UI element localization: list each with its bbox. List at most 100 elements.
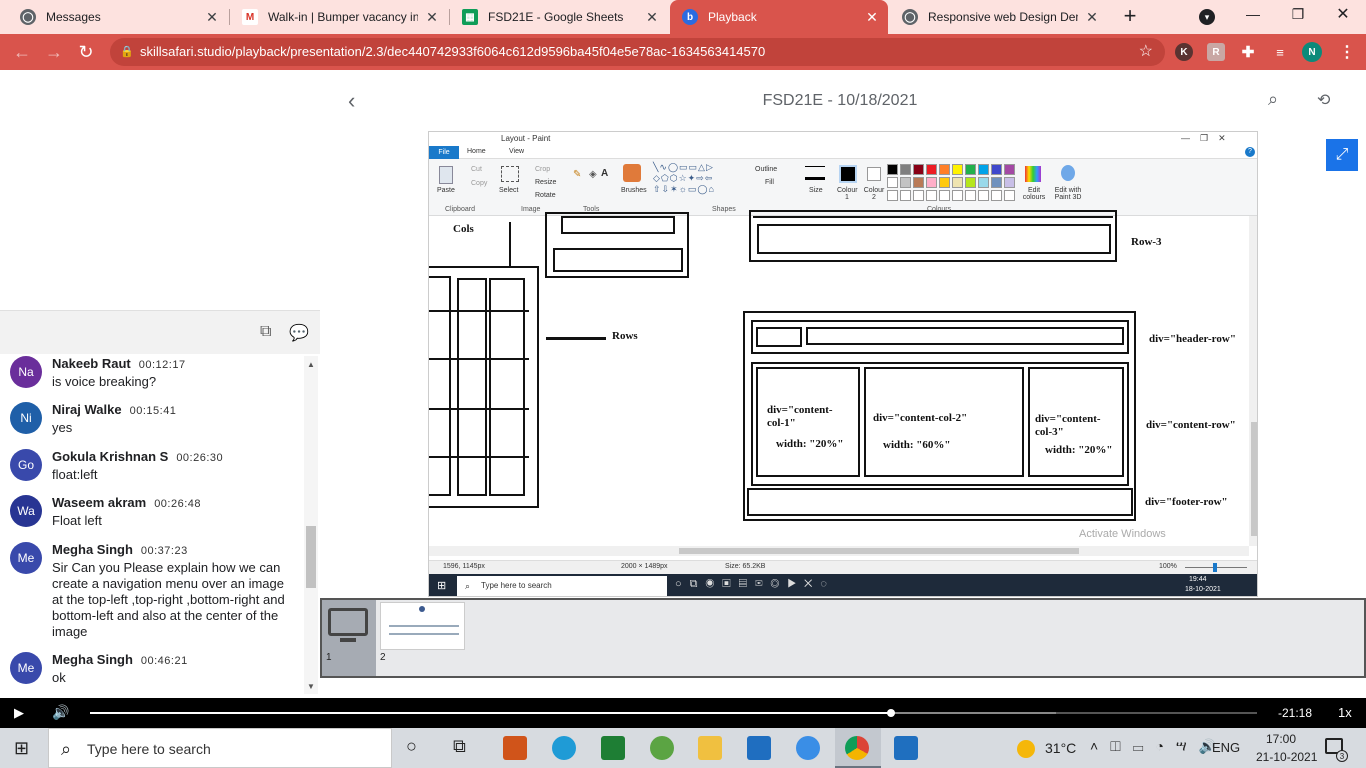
select-icon[interactable] xyxy=(501,166,519,182)
brushes-icon[interactable] xyxy=(623,164,641,182)
chevron-left-icon[interactable]: ‹ xyxy=(348,88,355,114)
message-text: Sir Can you Please explain how we can cr… xyxy=(52,560,285,639)
address-bar[interactable]: 🔒 skillsafari.studio/playback/presentati… xyxy=(110,38,1165,66)
paint-window-controls[interactable]: — ❐ ✕ xyxy=(1181,133,1226,144)
play-icon[interactable]: ▶ xyxy=(14,705,24,721)
inner-search-box: ⌕ Type here to search xyxy=(457,576,667,596)
gmail-icon: M xyxy=(242,9,258,25)
file-menu[interactable]: File xyxy=(429,146,459,159)
tab-messages[interactable]: ◯ Messages ✕ xyxy=(8,0,228,34)
copy-chat-icon[interactable]: ⧉ xyxy=(260,323,271,341)
slide-thumb-2[interactable] xyxy=(380,602,465,650)
chat-scrollbar[interactable]: ▲ ▼ xyxy=(304,356,318,694)
resize-label: Resize xyxy=(535,179,557,186)
forward-arrow-icon[interactable]: → xyxy=(40,38,68,66)
extension-k-icon[interactable]: K xyxy=(1175,43,1193,61)
fullscreen-icon[interactable]: ⤢ xyxy=(1326,139,1358,171)
vscode-icon[interactable] xyxy=(894,736,918,760)
message-text: is voice breaking? xyxy=(52,374,157,389)
notes-app-icon[interactable] xyxy=(601,736,625,760)
paint-vertical-scrollbar[interactable] xyxy=(1249,216,1257,546)
colour-palette[interactable] xyxy=(887,164,1019,204)
scroll-up-icon[interactable]: ▲ xyxy=(307,360,315,369)
edit-colours-icon[interactable] xyxy=(1025,166,1041,182)
back-arrow-icon[interactable]: ← xyxy=(8,38,36,66)
slide-thumb-1[interactable]: 1 xyxy=(322,600,376,676)
paint-canvas[interactable]: Cols Rows Row-3 div="content-col-1" widt… xyxy=(429,210,1249,546)
rows-label: Rows xyxy=(612,330,638,342)
internet-explorer-icon[interactable] xyxy=(796,736,820,760)
close-tab-icon[interactable]: ✕ xyxy=(1084,9,1100,25)
brushes-label: Brushes xyxy=(621,187,647,194)
tab-label: Messages xyxy=(46,10,101,24)
fill-bucket-icon[interactable]: ◈ xyxy=(589,169,597,180)
scrollbar-thumb[interactable] xyxy=(306,526,316,588)
paste-icon[interactable] xyxy=(439,166,453,184)
file-explorer-icon[interactable] xyxy=(698,736,722,760)
swap-icon[interactable]: ⟲ xyxy=(1317,90,1330,110)
scroll-down-icon[interactable]: ▼ xyxy=(307,682,315,691)
size-icon[interactable] xyxy=(805,166,825,180)
playback-speed[interactable]: 1x xyxy=(1338,705,1352,720)
windows-start-icon[interactable]: ⊞ xyxy=(14,738,29,759)
close-tab-icon[interactable]: ✕ xyxy=(424,9,440,25)
store-icon[interactable] xyxy=(503,736,527,760)
group-shapes: Shapes xyxy=(712,206,736,213)
browser-menu-icon[interactable]: ⋮ xyxy=(1338,43,1356,61)
chrome-icon[interactable] xyxy=(845,736,869,760)
close-tab-icon[interactable]: ✕ xyxy=(644,9,660,25)
cols-label: Cols xyxy=(453,223,474,235)
green-app-icon[interactable] xyxy=(650,736,674,760)
restore-icon[interactable]: ❐ xyxy=(1288,6,1308,23)
minimize-icon[interactable]: — xyxy=(1243,6,1263,22)
close-window-icon[interactable]: ✕ xyxy=(1333,4,1353,24)
system-tray-icons[interactable]: ˄◫▭◔ሣ🔊 xyxy=(1090,738,1228,755)
shapes-gallery-icon[interactable]: ╲∿◯▭▭△▷ ◇⬠⬡☆✦⇨⇦ ⇧⇩✶☼▭◯⌂ xyxy=(653,162,745,198)
tab-playback[interactable]: b Playback ✕ xyxy=(670,0,888,34)
inner-taskbar-apps: ○⧉◉▣▤✉◎▶✕◌ xyxy=(675,578,835,590)
paint-window: Layout - Paint — ❐ ✕ File Home View ? Pa… xyxy=(428,131,1258,597)
paint-statusbar: 1596, 1145px 2000 × 1489px Size: 65.2KB … xyxy=(429,560,1257,574)
colour2-swatch[interactable] xyxy=(867,167,881,181)
volume-icon[interactable]: 🔊 xyxy=(52,704,69,721)
reading-list-icon[interactable]: ≡ xyxy=(1271,43,1289,61)
pencil-icon[interactable]: ✎ xyxy=(573,169,581,180)
tab-search-icon[interactable]: ▾ xyxy=(1199,9,1215,25)
home-menu[interactable]: Home xyxy=(467,148,486,155)
task-view-icon[interactable]: ⧉ xyxy=(453,736,466,757)
close-tab-icon[interactable]: ✕ xyxy=(204,9,220,25)
taskbar-search[interactable]: ⌕ Type here to search xyxy=(48,728,392,768)
new-tab-plus-icon[interactable]: + xyxy=(1118,5,1142,29)
reload-icon[interactable]: ↻ xyxy=(72,38,100,66)
chat-bubbles-icon[interactable]: 💬 xyxy=(289,323,309,343)
search-icon: ⌕ xyxy=(465,581,471,591)
paint-horizontal-scrollbar[interactable] xyxy=(429,546,1249,556)
footer-row-label: div="footer-row" xyxy=(1145,496,1228,508)
profile-avatar[interactable]: N xyxy=(1302,42,1322,62)
paint3d-icon[interactable] xyxy=(1061,165,1075,181)
copy-label: Copy xyxy=(471,180,488,187)
windows-start-icon: ⊞ xyxy=(437,580,447,592)
view-menu[interactable]: View xyxy=(509,148,524,155)
slide-number: 2 xyxy=(380,652,386,663)
temperature: 31°C xyxy=(1045,740,1077,756)
progress-knob[interactable] xyxy=(886,709,895,717)
help-icon[interactable]: ? xyxy=(1245,147,1255,157)
zoom-slider-thumb[interactable] xyxy=(1213,563,1217,572)
cortana-icon[interactable]: ○ xyxy=(406,736,417,757)
edge-icon[interactable] xyxy=(552,736,576,760)
extension-r-icon[interactable]: R xyxy=(1207,43,1225,61)
search-icon[interactable]: ⌕ xyxy=(1268,89,1278,110)
avatar: Me xyxy=(10,652,42,684)
close-tab-icon[interactable]: ✕ xyxy=(864,9,880,25)
bookmark-star-icon[interactable]: ☆ xyxy=(1139,38,1153,66)
mail-icon[interactable] xyxy=(747,736,771,760)
extensions-puzzle-icon[interactable]: ✚ xyxy=(1239,43,1257,61)
tab-gmail[interactable]: M Walk-in | Bumper vacancy in ✕ xyxy=(230,0,448,34)
chat-message: Me Megha Singh 00:46:21 ok xyxy=(0,652,304,692)
text-icon[interactable]: A xyxy=(601,168,608,179)
colour1-swatch[interactable] xyxy=(839,165,857,183)
language-indicator[interactable]: ENG xyxy=(1212,740,1240,755)
tab-sheets[interactable]: ▦ FSD21E - Google Sheets ✕ xyxy=(450,0,668,34)
tab-responsive-demo[interactable]: ◯ Responsive web Design Dem ✕ xyxy=(890,0,1108,34)
